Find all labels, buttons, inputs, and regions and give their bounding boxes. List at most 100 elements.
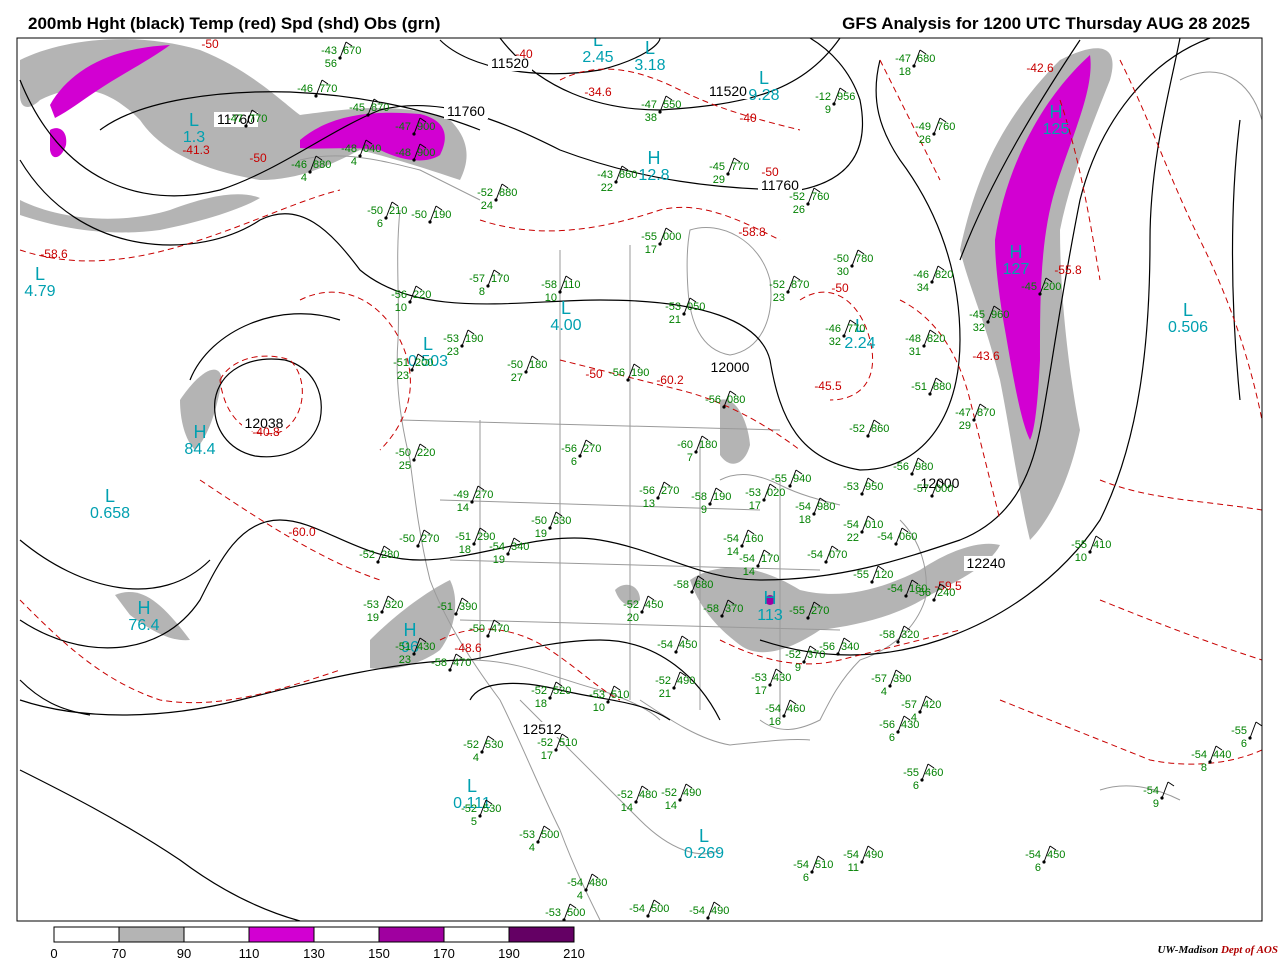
obs-height: 270 xyxy=(583,443,601,455)
obs-dewpoint: 4 xyxy=(301,172,307,184)
obs-dewpoint: 5 xyxy=(471,816,477,828)
obs-dewpoint: 4 xyxy=(881,686,887,698)
obs-temp: -52 xyxy=(769,279,785,291)
system-letter: L xyxy=(759,68,769,88)
obs-height: 900 xyxy=(417,147,435,159)
obs-temp: -51 xyxy=(395,641,411,653)
greenland xyxy=(1179,71,1262,121)
station-obs: -54 980 18 xyxy=(795,497,835,526)
obs-temp: -58 xyxy=(879,629,895,641)
obs-temp: -54 xyxy=(1143,785,1159,797)
obs-height: 490 xyxy=(677,675,695,687)
obs-height: 860 xyxy=(871,423,889,435)
legend-swatch xyxy=(443,926,510,943)
temperature-label: -40 xyxy=(515,47,533,61)
system-letter: L xyxy=(423,334,433,354)
temperature-label: -34.6 xyxy=(584,85,612,99)
obs-temp: -52 xyxy=(655,675,671,687)
obs-temp: -50 xyxy=(367,205,383,217)
legend-swatch xyxy=(508,926,575,943)
obs-height: 320 xyxy=(901,629,919,641)
obs-dewpoint: 21 xyxy=(669,314,681,326)
system-value: 0.269 xyxy=(684,845,724,862)
wind-barb xyxy=(1249,721,1257,739)
obs-temp: -48 xyxy=(395,147,411,159)
obs-temp: -52 xyxy=(463,739,479,751)
station-obs: -52 760 26 xyxy=(789,187,829,216)
obs-height: 450 xyxy=(679,639,697,651)
obs-temp: -47 xyxy=(895,53,911,65)
obs-height: 060 xyxy=(899,531,917,543)
obs-dewpoint: 6 xyxy=(377,218,383,230)
station-observations: -43 67056-46 770-47 770-45 870-47 900-48 0404-… xyxy=(227,41,1262,921)
obs-height: 880 xyxy=(499,187,517,199)
obs-height: 190 xyxy=(433,209,451,221)
temperature-label: -42.6 xyxy=(1026,61,1054,75)
obs-height: 460 xyxy=(925,767,943,779)
obs-dewpoint: 20 xyxy=(627,612,639,624)
obs-temp: -58 xyxy=(691,491,707,503)
station-obs: -52 490 21 xyxy=(655,671,695,700)
obs-dewpoint: 9 xyxy=(701,504,707,516)
legend-tick-label: 210 xyxy=(563,946,585,960)
system-value: 0.658 xyxy=(90,505,130,522)
obs-temp: -54 xyxy=(795,501,811,513)
station-obs: -549 xyxy=(1143,781,1175,810)
obs-dewpoint: 22 xyxy=(601,182,613,194)
obs-height: 510 xyxy=(815,859,833,871)
obs-temp: -46 xyxy=(291,159,307,171)
obs-dewpoint: 10 xyxy=(593,702,605,714)
obs-height: 000 xyxy=(935,483,953,495)
obs-temp: -51 xyxy=(437,601,453,613)
system-letter: L xyxy=(467,776,477,796)
obs-dewpoint: 19 xyxy=(535,528,547,540)
obs-height: 980 xyxy=(915,461,933,473)
obs-height: 860 xyxy=(619,169,637,181)
station-obs: -50 180 27 xyxy=(507,355,547,384)
credit-dept: Dept of AOS xyxy=(1220,944,1278,956)
contour-ca xyxy=(19,679,91,716)
obs-dewpoint: 17 xyxy=(755,685,767,697)
obs-height: 770 xyxy=(319,83,337,95)
obs-temp: -55 xyxy=(789,605,805,617)
obs-dewpoint: 14 xyxy=(621,802,633,814)
obs-height: 520 xyxy=(553,685,571,697)
system-value: 2.24 xyxy=(844,335,875,352)
hudson-bay xyxy=(686,226,772,356)
obs-temp: -47 xyxy=(395,121,411,133)
temperature-label: -58.6 xyxy=(40,247,68,261)
obs-dewpoint: 56 xyxy=(325,58,337,70)
obs-temp: -57 xyxy=(913,483,929,495)
obs-height: 470 xyxy=(453,657,471,669)
obs-dewpoint: 19 xyxy=(493,554,505,566)
station-obs: -53 020 17 xyxy=(745,483,785,512)
legend-swatch xyxy=(118,926,185,943)
station-obs: -54 070 xyxy=(807,545,847,564)
obs-temp: -53 xyxy=(545,907,561,919)
obs-dewpoint: 29 xyxy=(959,420,971,432)
obs-height: 410 xyxy=(1093,539,1111,551)
obs-height: 320 xyxy=(385,599,403,611)
obs-height: 450 xyxy=(1047,849,1065,861)
system-value: 84.4 xyxy=(184,441,215,458)
station-obs: -54 460 16 xyxy=(765,699,805,728)
station-obs: -54 480 4 xyxy=(567,873,607,902)
system-letter: L xyxy=(561,298,571,318)
obs-height: 450 xyxy=(645,599,663,611)
station-obs: -58 190 9 xyxy=(691,487,731,516)
system-value: 9.28 xyxy=(748,87,779,104)
obs-height: 980 xyxy=(817,501,835,513)
jet-shade-gray-nw2 xyxy=(20,194,260,233)
obs-dewpoint: 23 xyxy=(399,654,411,666)
temperature-label: -50 xyxy=(249,151,267,165)
obs-dewpoint: 27 xyxy=(511,372,523,384)
obs-temp: -56 xyxy=(609,367,625,379)
station-obs: -53 500 4 xyxy=(519,825,559,854)
obs-temp: -45 xyxy=(969,309,985,321)
station-obs: -52 490 14 xyxy=(661,783,701,812)
obs-temp: -54 xyxy=(567,877,583,889)
cuba xyxy=(1099,785,1181,801)
wind-barb-flag xyxy=(1255,721,1262,727)
obs-temp: -52 xyxy=(789,191,805,203)
obs-temp: -54 xyxy=(843,519,859,531)
